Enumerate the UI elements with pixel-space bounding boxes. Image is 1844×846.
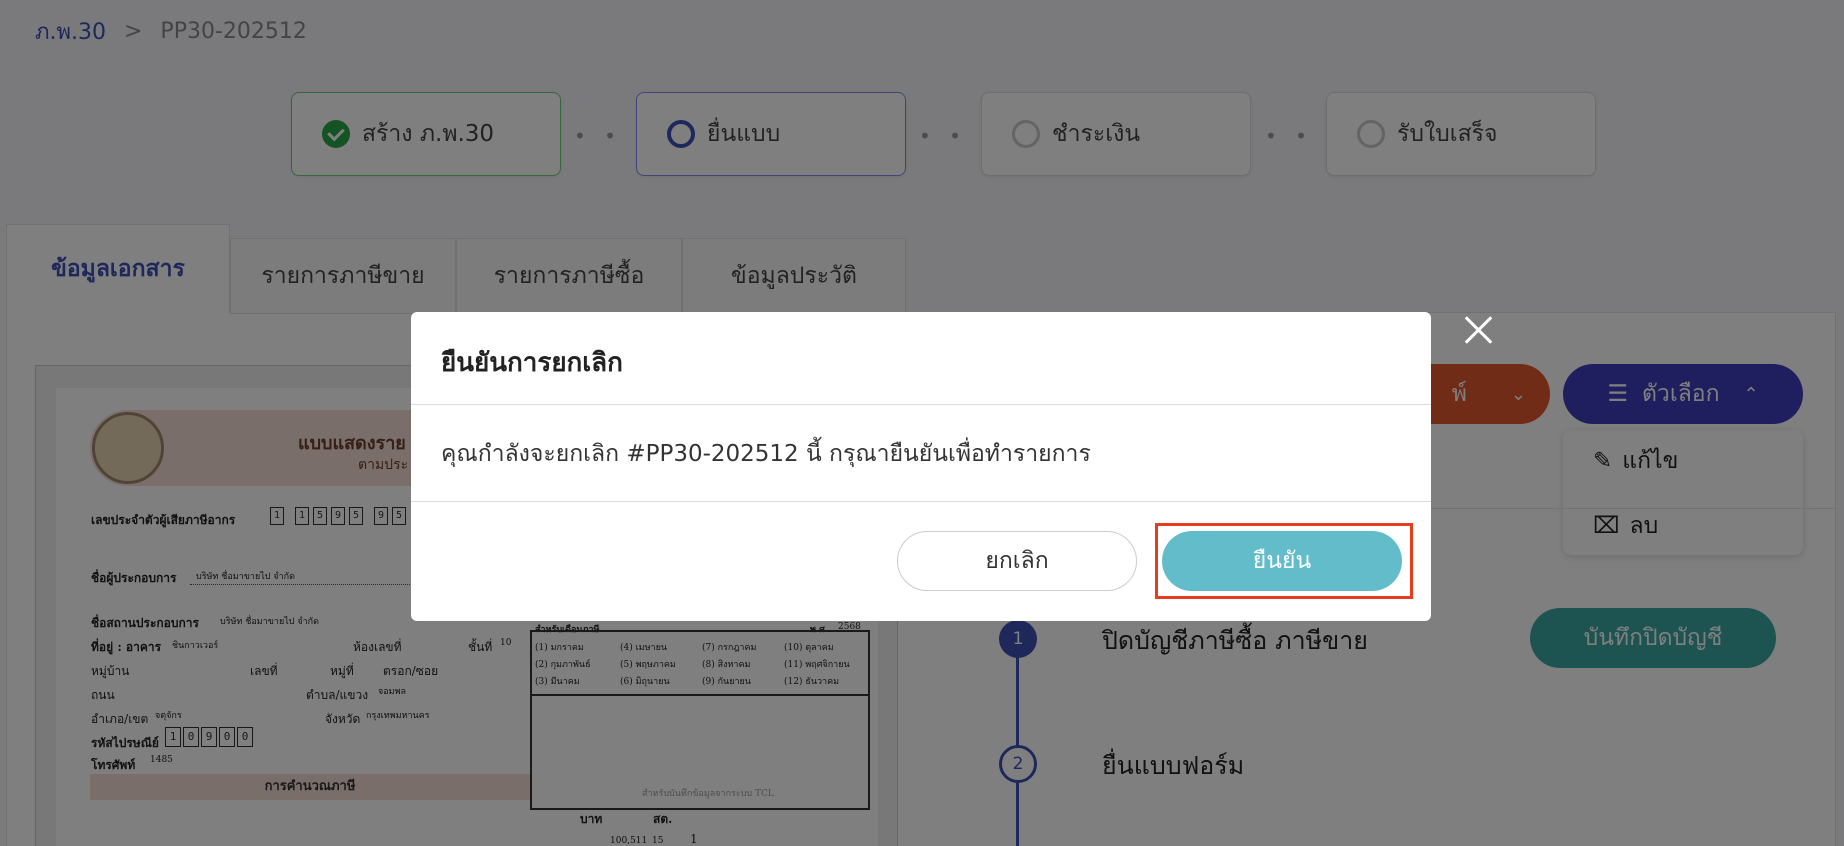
close-icon[interactable] [1458,310,1498,350]
dialog-message: คุณกำลังจะยกเลิก #PP30-202512 นี้ กรุณาย… [441,441,1091,467]
dialog-title: ยืนยันการยกเลิก [441,348,623,378]
divider [411,501,1431,502]
cancel-button[interactable]: ยกเลิก [897,531,1137,591]
divider [411,404,1431,405]
confirm-button[interactable]: ยืนยัน [1162,531,1402,591]
confirm-cancel-dialog: ยืนยันการยกเลิก คุณกำลังจะยกเลิก #PP30-2… [411,312,1431,621]
